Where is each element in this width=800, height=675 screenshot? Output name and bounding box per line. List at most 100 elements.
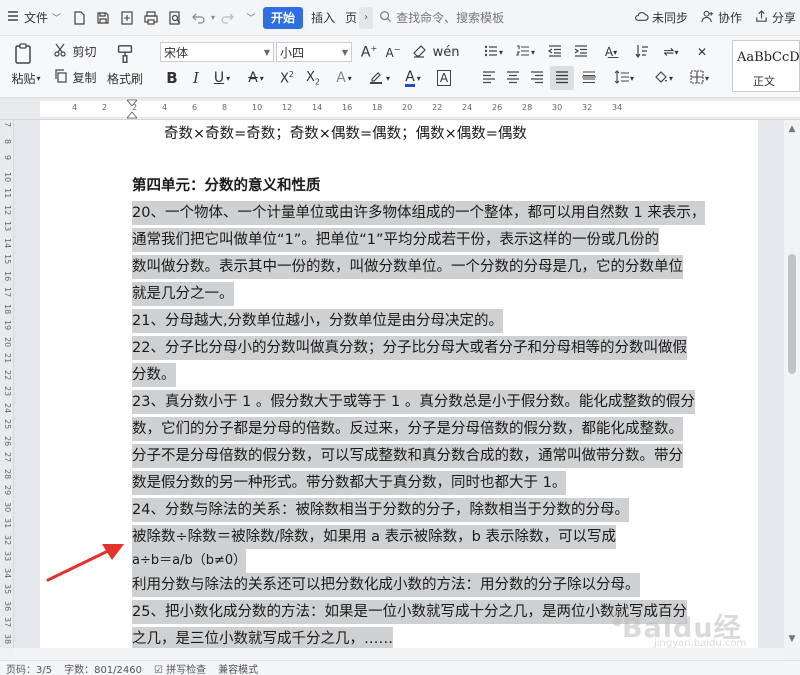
font-color-button[interactable]: A ▾ xyxy=(398,68,428,88)
word-count[interactable]: 字数：801/2460 xyxy=(64,661,142,675)
text-line: a÷b＝a/b（b≠0） xyxy=(132,549,247,573)
underline-button[interactable]: U ▾ xyxy=(208,68,236,88)
vruler-tick-label: 37 xyxy=(3,617,12,628)
sort-button[interactable] xyxy=(630,42,654,62)
character-border-button[interactable]: A xyxy=(432,68,456,88)
scroll-down-icon[interactable]: ▼ xyxy=(787,634,797,644)
clear-format-button[interactable] xyxy=(408,42,430,62)
borders-button[interactable]: ▾ xyxy=(684,68,714,88)
asian-typography-button[interactable]: ✕ xyxy=(690,42,714,62)
grow-font-button[interactable]: A+ xyxy=(358,42,380,62)
scroll-thumb[interactable] xyxy=(788,254,796,374)
new-document-icon[interactable] xyxy=(67,6,91,30)
font-name-select[interactable]: 宋体 ▼ xyxy=(160,42,274,62)
style-normal[interactable]: AaBbCcDd 正文 xyxy=(732,40,800,92)
print-preview-icon[interactable] xyxy=(163,6,187,30)
copy-icon xyxy=(53,68,69,87)
align-left-button[interactable] xyxy=(478,68,500,88)
sync-status-button[interactable]: 未同步 xyxy=(628,9,694,27)
text-effect-button[interactable]: A ▾ xyxy=(330,68,358,88)
spell-check-toggle[interactable]: ☑ 拼写检查 xyxy=(154,661,206,675)
asian-typography-icon: ✕ xyxy=(696,45,708,59)
strikethrough-button[interactable]: A ▾ xyxy=(242,68,270,88)
shrink-font-button[interactable]: A− xyxy=(382,42,404,62)
export-pdf-icon[interactable] xyxy=(115,6,139,30)
paste-label[interactable]: 粘贴 ▾ xyxy=(6,70,46,86)
tab-scroll-right-icon[interactable]: › xyxy=(359,6,374,29)
vruler-tick-label: 31 xyxy=(3,518,12,529)
chinese-layout-button[interactable]: A͟ ▾ xyxy=(596,42,626,62)
phonetic-guide-button[interactable]: wén xyxy=(433,42,460,62)
superscript-icon: X2 xyxy=(280,69,294,87)
style-sample-text: AaBbCcDd xyxy=(737,50,800,65)
copy-button[interactable]: 复制 xyxy=(50,68,100,86)
decrease-indent-button[interactable] xyxy=(544,42,566,62)
command-search[interactable]: 查找命令、搜索模板 xyxy=(373,9,523,26)
document-page[interactable]: 奇数×奇数=奇数；奇数×偶数=偶数；偶数×偶数=偶数 第四单元：分数的意义和性质 2… xyxy=(40,120,758,648)
align-center-button[interactable] xyxy=(502,68,524,88)
vruler-tick-label: 21 xyxy=(3,353,12,364)
vruler-tick-label: 14 xyxy=(3,237,12,248)
bold-icon: B xyxy=(166,69,178,87)
ruler-tick-label: 16 xyxy=(342,103,353,112)
vruler-tick-label: 33 xyxy=(3,551,12,562)
tab-insert[interactable]: 插入 xyxy=(303,7,343,29)
superscript-button[interactable]: X2 xyxy=(276,68,298,88)
share-button[interactable]: 分享 xyxy=(748,9,800,27)
text-line: 分子不是分母倍数的假分数，可以写成整数和真分数合成的数，通常叫做带分数。带分 xyxy=(132,444,683,468)
highlight-color-button[interactable]: ▾ xyxy=(364,68,394,88)
increase-indent-button[interactable] xyxy=(570,42,592,62)
font-size-select[interactable]: 小四 ▼ xyxy=(276,42,352,62)
cloud-icon xyxy=(634,9,649,27)
format-painter-label[interactable]: 格式刷 xyxy=(102,70,148,86)
vruler-tick-label: 26 xyxy=(3,435,12,446)
undo-icon[interactable] xyxy=(187,6,211,30)
redo-icon[interactable] xyxy=(215,6,239,30)
subscript-button[interactable]: X2 xyxy=(302,68,324,88)
horizontal-scrollbar[interactable] xyxy=(14,648,784,660)
document-area[interactable]: 奇数×奇数=奇数；奇数×偶数=偶数；偶数×偶数=偶数 第四单元：分数的意义和性质 2… xyxy=(14,120,784,648)
ruler-tick-label: 8 xyxy=(222,103,228,112)
shading-button[interactable]: ▾ xyxy=(648,68,678,88)
numbered-list-button[interactable]: ▾ xyxy=(510,42,540,62)
ruler-tick-label: 22 xyxy=(432,103,443,112)
collaborate-button[interactable]: 协作 xyxy=(694,9,748,27)
vruler-tick-label: 22 xyxy=(3,369,12,380)
vertical-ruler[interactable]: 7 8 9 10 11 12 13 14 15 16 17 18 19 20 21 22 23 24 25 26 27 2… xyxy=(0,120,14,648)
more-chevron-icon[interactable]: ﹀ xyxy=(239,6,263,30)
print-icon[interactable] xyxy=(139,6,163,30)
vertical-scrollbar[interactable]: ▲ ▼ xyxy=(784,120,800,648)
align-right-button[interactable] xyxy=(526,68,548,88)
save-icon[interactable] xyxy=(91,6,115,30)
paste-button[interactable] xyxy=(8,40,38,70)
distributed-button[interactable] xyxy=(578,68,600,88)
show-marks-button[interactable]: ⇌ ▾ xyxy=(656,42,686,62)
justify-button[interactable] xyxy=(550,66,574,90)
bold-button[interactable]: B xyxy=(162,68,182,88)
eraser-icon xyxy=(411,43,427,62)
cut-button[interactable]: 剪切 xyxy=(50,42,100,60)
page-counter[interactable]: 页码：3/5 xyxy=(6,661,52,675)
search-icon xyxy=(379,10,392,26)
format-painter-button[interactable] xyxy=(108,40,142,70)
italic-button[interactable]: I xyxy=(186,68,206,88)
file-menu-button[interactable]: 文件 ﹀ xyxy=(0,6,67,30)
text-line: 奇数×奇数=奇数；奇数×偶数=偶数；偶数×偶数=偶数 xyxy=(164,126,527,142)
horizontal-ruler[interactable]: 4 2 2 4 6 8 10 12 14 16 18 20 22 24 26 28 30 32 34 xyxy=(0,98,800,120)
bullet-list-button[interactable]: ▾ xyxy=(478,42,508,62)
baidu-jingyan-watermark: Baidu经验 jingyan.baidu.com xyxy=(608,600,758,648)
text-line: 利用分数与除法的关系还可以把分数化成小数的方法：用分数的分子除以分母。 xyxy=(132,573,640,597)
align-right-icon xyxy=(529,69,545,88)
caret-down-icon: ▾ xyxy=(259,73,264,83)
scissors-icon xyxy=(53,42,69,61)
text-line: 之几，是三位小数就写成千分之几，…… xyxy=(132,627,393,648)
tab-home[interactable]: 开始 xyxy=(263,6,304,29)
sort-icon xyxy=(634,43,650,62)
pilcrow-icon: ⇌ xyxy=(663,44,675,60)
share-icon xyxy=(754,9,769,27)
line-spacing-button[interactable]: ▾ xyxy=(608,68,640,88)
indent-marker-icon[interactable] xyxy=(127,98,137,120)
scroll-up-icon[interactable]: ▲ xyxy=(787,124,797,134)
tab-more[interactable]: 页 xyxy=(343,7,359,29)
style-name-label: 正文 xyxy=(753,75,775,88)
